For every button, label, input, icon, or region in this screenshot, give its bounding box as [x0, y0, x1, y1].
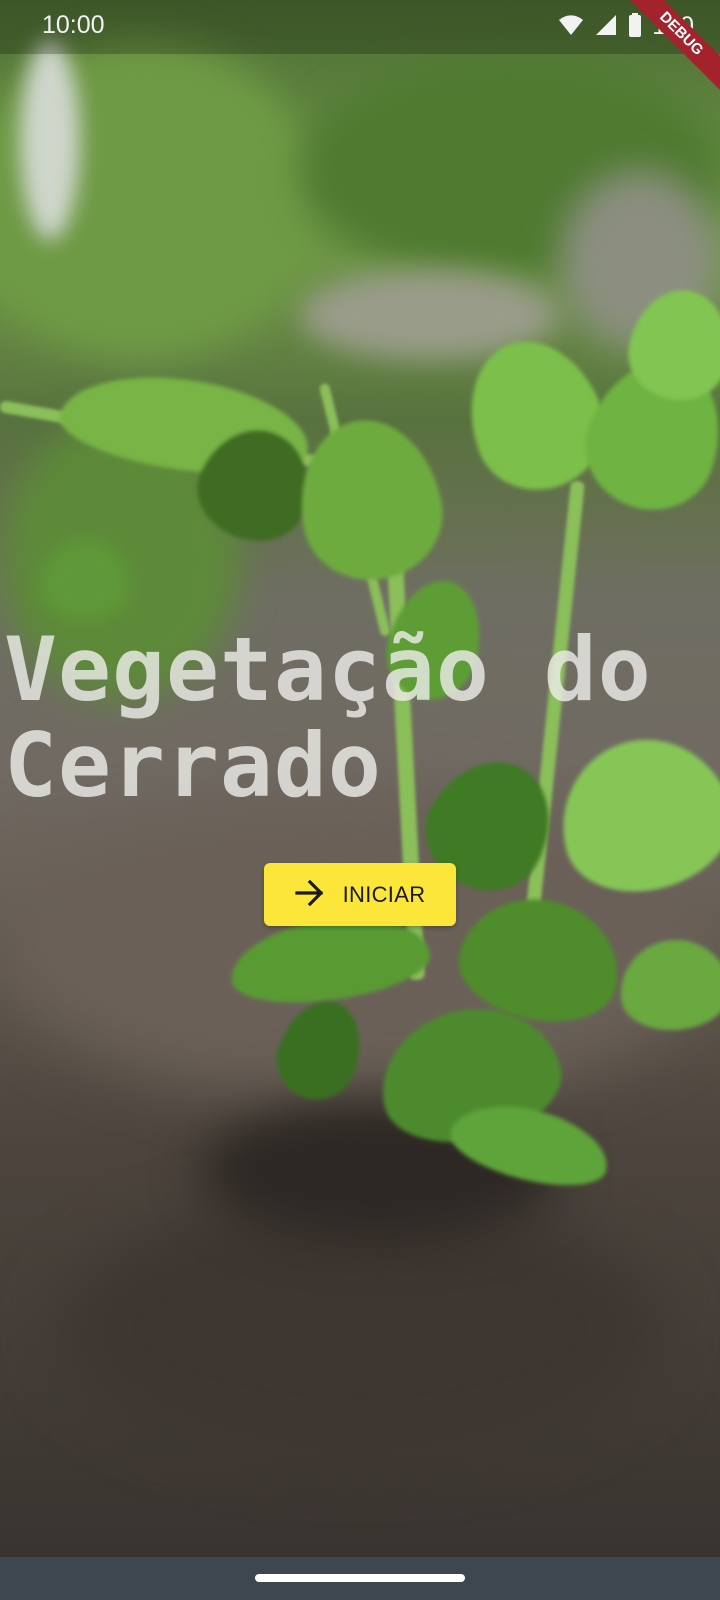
signal-icon [594, 14, 618, 40]
status-bar: 10:00 100 [0, 0, 720, 54]
app-screen: 10:00 100 DEBUG Vegetação do Cer [0, 0, 720, 1600]
page-title: Vegetação do Cerrado [4, 618, 652, 817]
navigation-bar [0, 1557, 720, 1600]
status-time: 10:00 [42, 11, 105, 39]
home-indicator[interactable] [255, 1574, 465, 1582]
arrow-right-icon [295, 879, 325, 909]
start-button-label: INICIAR [342, 881, 426, 907]
battery-icon [628, 12, 642, 41]
start-button[interactable]: INICIAR [264, 863, 456, 926]
wifi-icon [558, 14, 584, 40]
